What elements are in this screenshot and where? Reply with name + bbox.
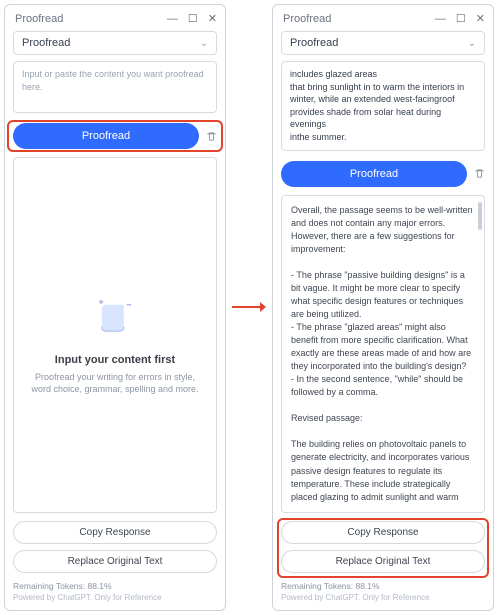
response-buttons: Copy Response Replace Original Text	[13, 521, 217, 579]
window-controls: — ☐ ✕	[435, 14, 485, 25]
minimize-icon[interactable]: —	[435, 14, 446, 25]
window-title: Proofread	[283, 13, 331, 25]
empty-subtitle: Proofread your writing for errors in sty…	[28, 371, 202, 396]
titlebar: Proofread — ☐ ✕	[13, 11, 217, 31]
tokens-remaining: Remaining Tokens: 88.1%	[281, 581, 485, 591]
copy-response-button[interactable]: Copy Response	[281, 521, 485, 544]
empty-title: Input your content first	[55, 354, 175, 366]
proofread-button[interactable]: Proofread	[281, 161, 467, 187]
chevron-down-icon: ⌄	[468, 38, 476, 49]
tokens-remaining: Remaining Tokens: 88.1%	[13, 581, 217, 591]
powered-by: Powered by ChatGPT. Only for Reference	[281, 593, 485, 602]
replace-text-button[interactable]: Replace Original Text	[13, 550, 217, 573]
mode-dropdown[interactable]: Proofread ⌄	[13, 31, 217, 55]
close-icon[interactable]: ✕	[476, 14, 485, 25]
empty-state: Input your content first Proofread your …	[14, 158, 216, 512]
result-text: Overall, the passage seems to be well-wr…	[282, 196, 484, 512]
copy-response-button[interactable]: Copy Response	[13, 521, 217, 544]
maximize-icon[interactable]: ☐	[456, 14, 466, 25]
arrow-icon	[232, 298, 266, 316]
powered-by: Powered by ChatGPT. Only for Reference	[13, 593, 217, 602]
mode-label: Proofread	[290, 37, 338, 49]
window-controls: — ☐ ✕	[167, 14, 217, 25]
response-buttons: Copy Response Replace Original Text	[281, 521, 485, 579]
arrow-annotation	[232, 4, 266, 611]
result-area: Overall, the passage seems to be well-wr…	[281, 195, 485, 513]
result-area: Input your content first Proofread your …	[13, 157, 217, 513]
minimize-icon[interactable]: —	[167, 14, 178, 25]
trash-icon[interactable]	[473, 167, 485, 181]
proofread-button[interactable]: Proofread	[13, 123, 199, 149]
content-input[interactable]: Input or paste the content you want proo…	[13, 61, 217, 113]
content-input[interactable]: includes glazed areas that bring sunligh…	[281, 61, 485, 151]
mode-label: Proofread	[22, 37, 70, 49]
titlebar: Proofread — ☐ ✕	[281, 11, 485, 31]
chevron-down-icon: ⌄	[200, 38, 208, 49]
close-icon[interactable]: ✕	[208, 14, 217, 25]
window-title: Proofread	[15, 13, 63, 25]
scrollbar[interactable]	[478, 202, 482, 230]
panel-after: Proofread — ☐ ✕ Proofread ⌄ includes gla…	[272, 4, 494, 611]
input-value: includes glazed areas that bring sunligh…	[290, 69, 467, 142]
document-icon	[93, 296, 137, 340]
trash-icon[interactable]	[205, 129, 217, 143]
maximize-icon[interactable]: ☐	[188, 14, 198, 25]
replace-text-button[interactable]: Replace Original Text	[281, 550, 485, 573]
panel-before: Proofread — ☐ ✕ Proofread ⌄ Input or pas…	[4, 4, 226, 611]
mode-dropdown[interactable]: Proofread ⌄	[281, 31, 485, 55]
